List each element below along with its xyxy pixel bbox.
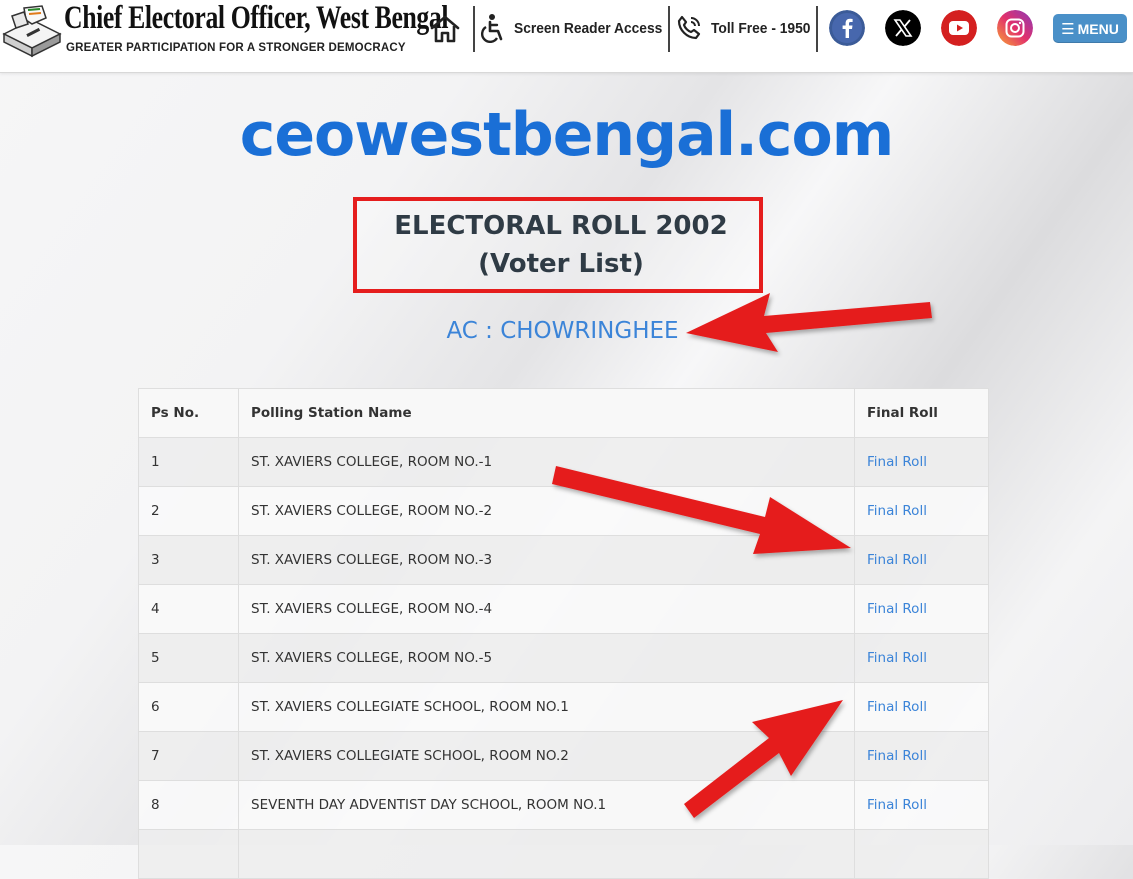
header-divider (668, 6, 670, 52)
final-roll-cell: Final Roll (854, 633, 989, 683)
final-roll-cell: Final Roll (854, 486, 989, 536)
eci-logo-icon[interactable] (2, 4, 62, 58)
domain-heading: ceowestbengal.com (239, 100, 894, 170)
header-divider (816, 6, 818, 52)
accessibility-icon (481, 14, 503, 43)
final-roll-cell: Final Roll (854, 535, 989, 585)
home-icon[interactable] (428, 12, 462, 46)
toll-free-link[interactable]: Toll Free - 1950 (675, 10, 819, 46)
ps-no-cell: 8 (138, 780, 239, 830)
final-roll-cell: Final Roll (854, 584, 989, 634)
polling-station-name-cell: ST. XAVIERS COLLEGIATE SCHOOL, ROOM NO.1 (238, 682, 855, 732)
ps-no-cell: 2 (138, 486, 239, 536)
final-roll-cell: Final Roll (854, 682, 989, 732)
final-roll-link[interactable]: Final Roll (867, 797, 927, 813)
table-row (138, 829, 989, 879)
toll-free-label: Toll Free - 1950 (711, 19, 811, 37)
table-row: 4 ST. XAVIERS COLLEGE, ROOM NO.-4 Final … (138, 584, 989, 634)
screen-reader-label: Screen Reader Access (514, 19, 663, 37)
final-roll-cell: Final Roll (854, 731, 989, 781)
youtube-icon[interactable] (941, 10, 977, 46)
ps-no-cell: 3 (138, 535, 239, 585)
final-roll-link[interactable]: Final Roll (867, 650, 927, 666)
table-row: 3 ST. XAVIERS COLLEGE, ROOM NO.-3 Final … (138, 535, 989, 585)
polling-station-name-cell: ST. XAVIERS COLLEGE, ROOM NO.-4 (238, 584, 855, 634)
assembly-constituency-label: AC : CHOWRINGHEE (446, 318, 679, 344)
phone-icon (677, 15, 701, 40)
polling-station-name-cell: ST. XAVIERS COLLEGIATE SCHOOL, ROOM NO.2 (238, 731, 855, 781)
polling-station-name-cell: ST. XAVIERS COLLEGE, ROOM NO.-1 (238, 437, 855, 487)
polling-station-name-cell: ST. XAVIERS COLLEGE, ROOM NO.-2 (238, 486, 855, 536)
table-row: 5 ST. XAVIERS COLLEGE, ROOM NO.-5 Final … (138, 633, 989, 683)
table-row: 2 ST. XAVIERS COLLEGE, ROOM NO.-2 Final … (138, 486, 989, 536)
x-icon[interactable] (885, 10, 921, 46)
final-roll-link[interactable]: Final Roll (867, 699, 927, 715)
table-row: 7 ST. XAVIERS COLLEGIATE SCHOOL, ROOM NO… (138, 731, 989, 781)
instagram-icon[interactable] (997, 10, 1033, 46)
site-title[interactable]: Chief Electoral Officer, West Bengal (64, 0, 449, 37)
table-row: 1 ST. XAVIERS COLLEGE, ROOM NO.-1 Final … (138, 437, 989, 487)
site-tagline: GREATER PARTICIPATION FOR A STRONGER DEM… (66, 42, 406, 54)
table-row: 6 ST. XAVIERS COLLEGIATE SCHOOL, ROOM NO… (138, 682, 989, 732)
ps-no-cell: 6 (138, 682, 239, 732)
ps-no-cell (138, 829, 239, 879)
polling-station-name-cell: ST. XAVIERS COLLEGE, ROOM NO.-3 (238, 535, 855, 585)
ps-no-cell: 5 (138, 633, 239, 683)
screen-reader-access-link[interactable]: Screen Reader Access (480, 10, 675, 46)
facebook-icon[interactable] (829, 10, 865, 46)
roll-subtitle: (Voter List) (478, 249, 644, 279)
menu-label: MENU (1077, 20, 1119, 37)
table-row: 8 SEVENTH DAY ADVENTIST DAY SCHOOL, ROOM… (138, 780, 989, 830)
column-header-polling-station-name: Polling Station Name (238, 388, 855, 438)
final-roll-cell (854, 829, 989, 879)
final-roll-link[interactable]: Final Roll (867, 748, 927, 764)
final-roll-link[interactable]: Final Roll (867, 503, 927, 519)
polling-station-table: Ps No. Polling Station Name Final Roll 1… (138, 388, 989, 879)
polling-station-name-cell (238, 829, 855, 879)
roll-title: ELECTORAL ROLL 2002 (394, 211, 728, 241)
ps-no-cell: 4 (138, 584, 239, 634)
final-roll-link[interactable]: Final Roll (867, 552, 927, 568)
site-header: Chief Electoral Officer, West Bengal GRE… (0, 0, 1133, 73)
final-roll-link[interactable]: Final Roll (867, 601, 927, 617)
table-header-row: Ps No. Polling Station Name Final Roll (138, 388, 989, 438)
column-header-ps-no: Ps No. (138, 388, 239, 438)
final-roll-link[interactable]: Final Roll (867, 454, 927, 470)
polling-station-name-cell: SEVENTH DAY ADVENTIST DAY SCHOOL, ROOM N… (238, 780, 855, 830)
ps-no-cell: 1 (138, 437, 239, 487)
menu-button[interactable]: ☰ MENU (1053, 14, 1127, 43)
hamburger-icon: ☰ (1061, 20, 1075, 38)
final-roll-cell: Final Roll (854, 437, 989, 487)
polling-station-name-cell: ST. XAVIERS COLLEGE, ROOM NO.-5 (238, 633, 855, 683)
header-divider (473, 6, 475, 52)
final-roll-cell: Final Roll (854, 780, 989, 830)
column-header-final-roll: Final Roll (854, 388, 989, 438)
ps-no-cell: 7 (138, 731, 239, 781)
